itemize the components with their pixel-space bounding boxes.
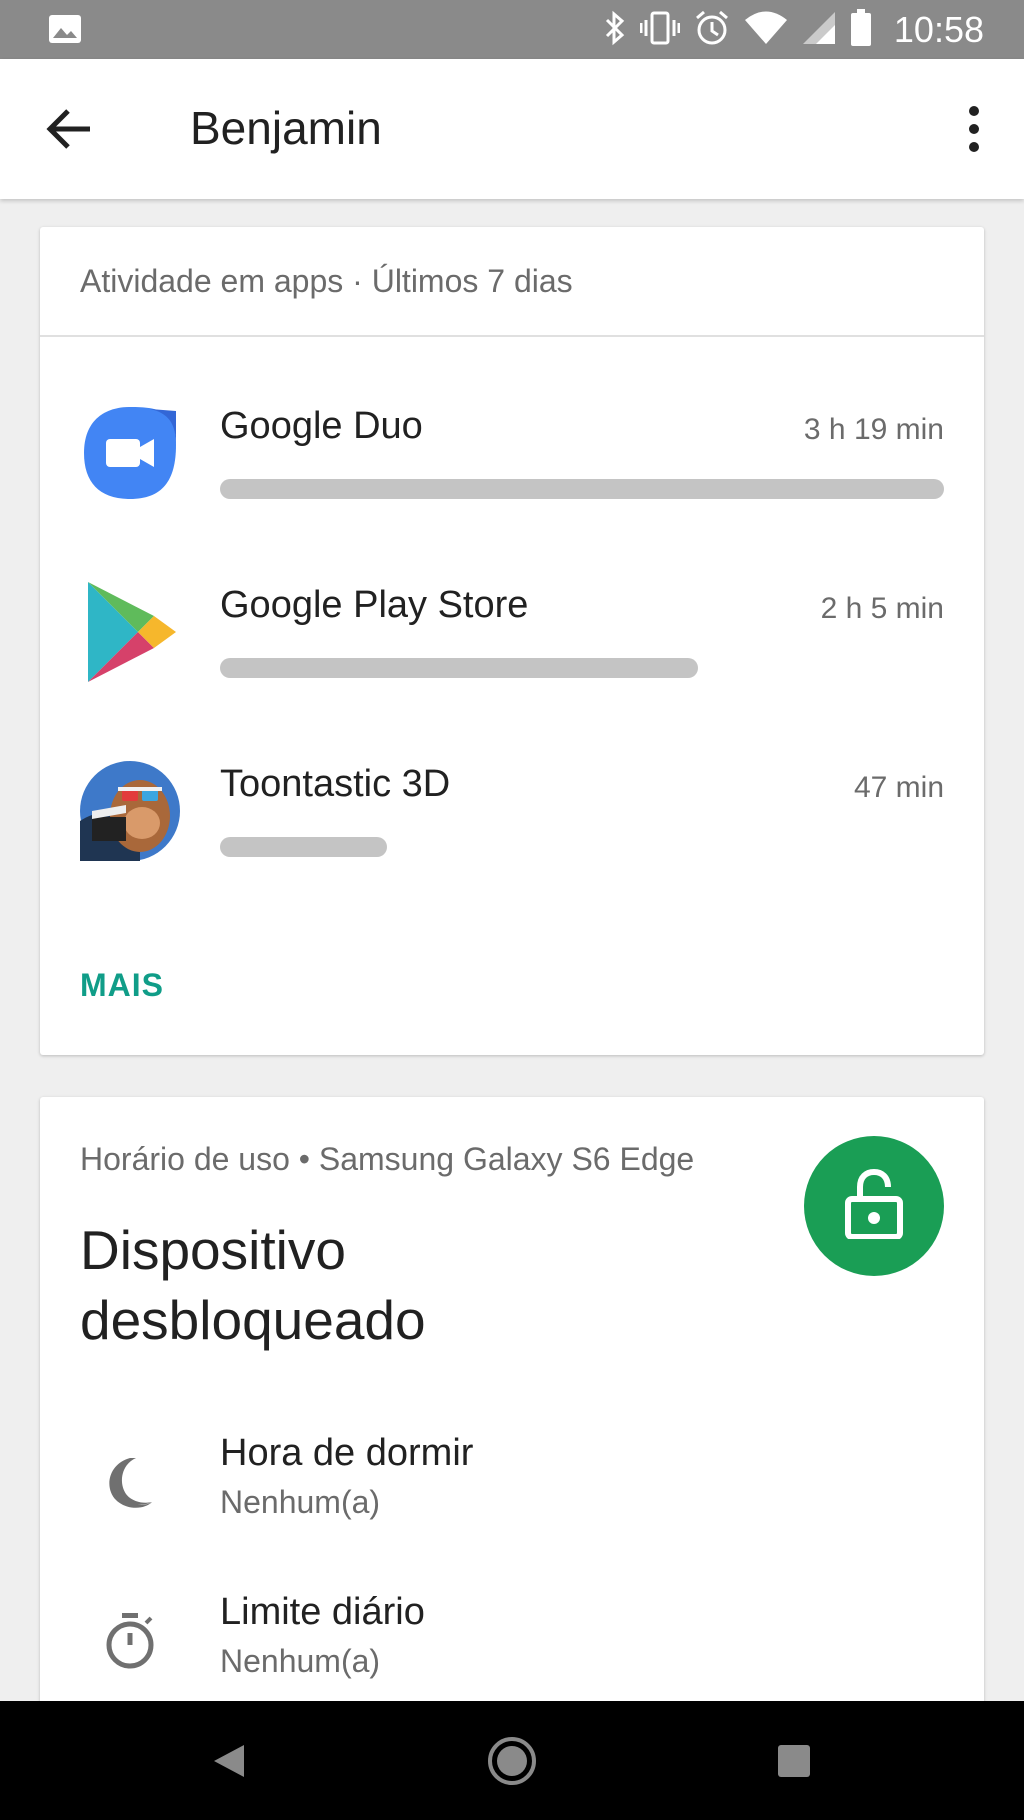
vibrate-icon	[639, 10, 681, 51]
alarm-icon	[694, 10, 730, 51]
device-card: Horário de uso • Samsung Galaxy S6 Edge …	[40, 1097, 984, 1737]
timer-icon	[100, 1611, 160, 1671]
app-row[interactable]: Google Play Store 2 h 5 min	[40, 582, 984, 712]
app-time: 3 h 19 min	[803, 413, 944, 446]
usage-bar-fill	[220, 658, 698, 678]
usage-bar	[220, 658, 944, 678]
app-activity-card: Atividade em apps · Últimos 7 dias Googl…	[40, 227, 984, 1055]
setting-value: Nenhum(a)	[220, 1484, 381, 1520]
image-icon	[48, 14, 82, 49]
play-store-icon	[80, 582, 180, 682]
setting-title: Hora de dormir	[220, 1432, 474, 1474]
home-circle-icon[interactable]	[482, 1731, 542, 1791]
navigation-bar	[0, 1701, 1024, 1820]
battery-icon	[850, 8, 872, 52]
app-name: Toontastic 3D	[220, 763, 451, 805]
setting-value: Nenhum(a)	[220, 1643, 381, 1679]
page-title: Benjamin	[190, 102, 382, 154]
setting-row-daily-limit[interactable]: Limite diário Nenhum(a)	[40, 1591, 984, 1711]
status-bar: 10:58	[0, 0, 1024, 59]
app-row[interactable]: Google Duo 3 h 19 min	[40, 403, 984, 533]
app-bar: Benjamin	[0, 59, 1024, 199]
back-arrow-icon[interactable]	[44, 107, 94, 151]
unlocked-lock-icon	[844, 1168, 904, 1244]
app-time: 47 min	[853, 771, 944, 804]
toontastic-icon	[80, 761, 180, 861]
moon-icon	[100, 1452, 160, 1512]
app-row[interactable]: Toontastic 3D 47 min	[40, 761, 984, 891]
usage-bar	[220, 479, 944, 499]
back-triangle-icon[interactable]	[200, 1731, 260, 1791]
activity-header: Atividade em apps · Últimos 7 dias	[80, 263, 573, 299]
bluetooth-icon	[604, 10, 626, 51]
usage-bar-fill	[220, 837, 387, 857]
device-status-heading: Dispositivo desbloqueado	[80, 1219, 426, 1351]
app-time: 2 h 5 min	[820, 592, 944, 625]
device-subtitle: Horário de uso • Samsung Galaxy S6 Edge	[80, 1141, 695, 1177]
usage-bar-fill	[220, 479, 944, 499]
app-name: Google Duo	[220, 405, 423, 447]
setting-title: Limite diário	[220, 1591, 425, 1633]
lock-button[interactable]	[804, 1136, 944, 1276]
more-vert-icon[interactable]	[944, 99, 1004, 159]
status-time: 10:58	[893, 9, 984, 50]
app-name: Google Play Store	[220, 584, 529, 626]
signal-icon	[802, 11, 836, 50]
wifi-icon	[744, 11, 788, 50]
card-header: Atividade em apps · Últimos 7 dias	[40, 227, 984, 337]
setting-row-bedtime[interactable]: Hora de dormir Nenhum(a)	[40, 1432, 984, 1552]
more-button[interactable]: MAIS	[80, 967, 164, 1004]
google-duo-icon	[80, 403, 180, 503]
recents-square-icon[interactable]	[764, 1731, 824, 1791]
usage-bar	[220, 837, 944, 857]
